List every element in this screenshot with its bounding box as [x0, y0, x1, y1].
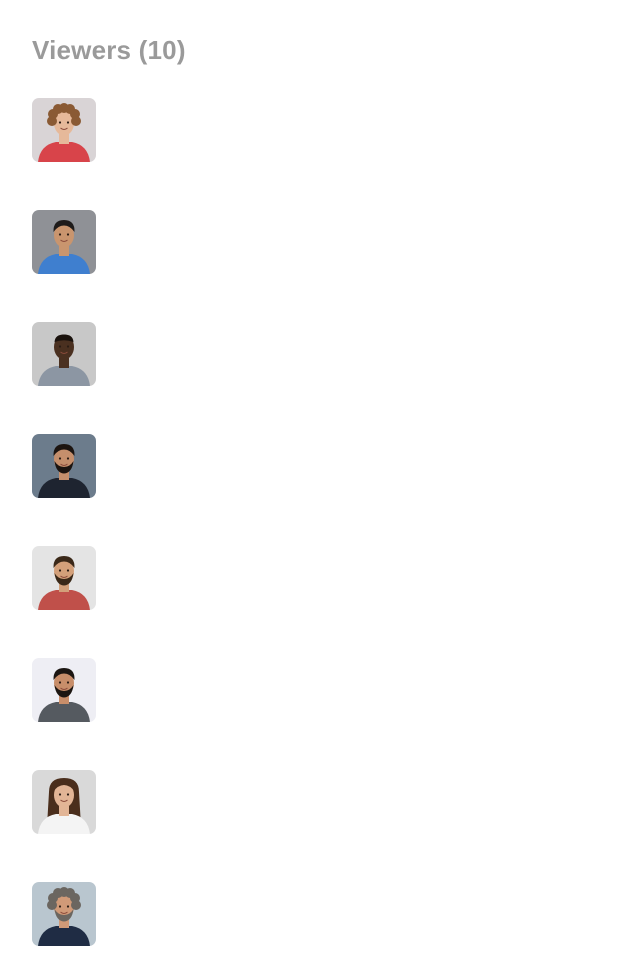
viewer-item[interactable]: [32, 882, 96, 946]
avatar-man-beard-dark-suit[interactable]: [32, 434, 96, 498]
viewer-item[interactable]: [32, 546, 96, 610]
viewers-title: Viewers (10): [32, 35, 186, 65]
viewer-item[interactable]: [32, 434, 96, 498]
viewer-item[interactable]: [32, 98, 96, 162]
avatar-man-beard-plaid-shirt[interactable]: [32, 546, 96, 610]
viewer-item[interactable]: [32, 210, 96, 274]
avatar-woman-long-hair-white-top[interactable]: [32, 770, 96, 834]
avatar-man-grey-hair-navy-suit[interactable]: [32, 882, 96, 946]
viewer-list: [32, 98, 96, 970]
avatar-woman-curly-hair-striped-shirt[interactable]: [32, 98, 96, 162]
avatar-man-glasses-blue-shirt[interactable]: [32, 210, 96, 274]
avatar-man-smiling-grey-shirt[interactable]: [32, 322, 96, 386]
viewer-item[interactable]: [32, 770, 96, 834]
viewer-item[interactable]: [32, 658, 96, 722]
avatar-man-beard-grey-sweater[interactable]: [32, 658, 96, 722]
viewer-item[interactable]: [32, 322, 96, 386]
viewers-panel: Viewers (10): [0, 0, 620, 970]
